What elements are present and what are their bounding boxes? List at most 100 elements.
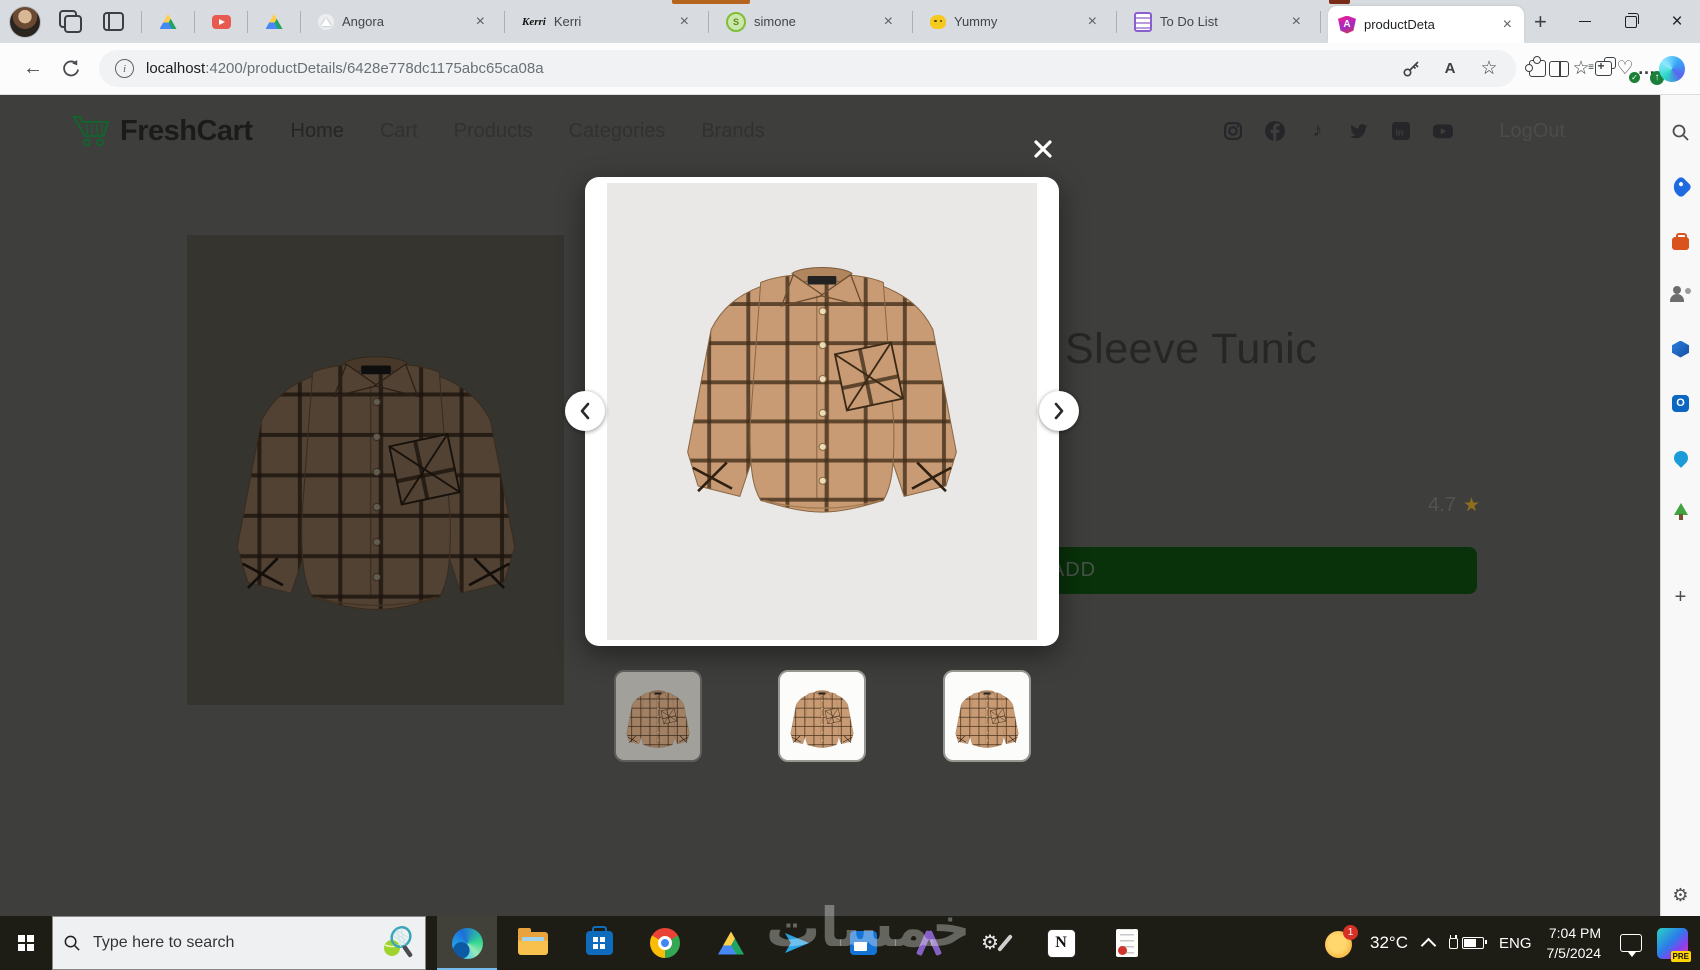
angora-favicon xyxy=(318,13,334,30)
thumbnail-1-selected[interactable] xyxy=(614,670,702,762)
extensions-icon[interactable] xyxy=(1524,56,1548,80)
tab-label: Kerri xyxy=(553,14,582,29)
tab-separator xyxy=(504,10,505,33)
taskbar-store-icon[interactable] xyxy=(569,916,629,970)
tab-simone[interactable]: S simone × xyxy=(716,5,905,39)
thumbnail-3[interactable] xyxy=(943,670,1031,762)
clock[interactable]: 7:04 PM 7/5/2024 xyxy=(1547,923,1602,964)
site-header: FreshCart Home Cart Products Categories … xyxy=(0,94,1661,168)
tab-product-details-active[interactable]: A productDeta × xyxy=(1328,6,1524,43)
tab-kerri[interactable]: Kerri Kerri × xyxy=(512,5,701,39)
url-text[interactable]: localhost:4200/productDetails/6428e778dc… xyxy=(146,60,544,77)
favorites-list-icon[interactable]: ☆ ≡ xyxy=(1570,58,1594,80)
search-icon[interactable] xyxy=(1671,122,1691,142)
linkedin-icon[interactable]: in xyxy=(1391,121,1411,141)
temperature[interactable]: 32°C xyxy=(1370,933,1408,953)
taskbar-google-drive-icon[interactable] xyxy=(701,916,761,970)
refresh-button[interactable] xyxy=(61,59,80,78)
shirt-image xyxy=(623,681,693,753)
taskbar-document-app-icon[interactable] xyxy=(1097,916,1157,970)
add-sidebar-item-icon[interactable]: + xyxy=(1670,586,1692,608)
close-icon[interactable]: × xyxy=(1086,13,1099,30)
angular-favicon: A xyxy=(1338,15,1356,34)
tab-yummy[interactable]: Yummy × xyxy=(920,5,1109,39)
modal-close-button[interactable] xyxy=(1032,138,1054,160)
minimize-button[interactable] xyxy=(1562,0,1608,43)
battery-indicator[interactable] xyxy=(1448,934,1487,949)
thumbnail-2[interactable] xyxy=(778,670,866,762)
next-image-arrow[interactable] xyxy=(1039,391,1079,431)
taskbar-edge-icon[interactable] xyxy=(437,916,497,970)
tab-todo-list[interactable]: To Do List × xyxy=(1124,5,1313,39)
vertical-tabs-icon[interactable] xyxy=(100,9,126,35)
tray-chevron-up-icon[interactable] xyxy=(1420,937,1437,953)
brand-logo[interactable]: FreshCart xyxy=(72,114,253,148)
settings-menu-icon[interactable]: … ↑ xyxy=(1636,58,1664,85)
logout-link[interactable]: LogOut xyxy=(1499,120,1565,143)
tiktok-icon[interactable]: ♪ xyxy=(1307,120,1327,141)
back-button[interactable]: ← xyxy=(23,57,43,80)
language-indicator[interactable]: ENG xyxy=(1499,935,1532,952)
search-input[interactable] xyxy=(91,933,369,953)
site-info-icon[interactable]: i xyxy=(115,59,134,78)
edge-sidebar: O + ⚙ xyxy=(1660,94,1700,916)
tab-angora[interactable]: Angora × xyxy=(308,5,497,39)
taskbar-chrome-icon[interactable] xyxy=(635,916,695,970)
pinned-tab-youtube-icon[interactable] xyxy=(211,12,231,32)
address-bar[interactable]: i localhost:4200/productDetails/6428e778… xyxy=(99,50,1516,87)
split-screen-icon[interactable] xyxy=(1548,58,1570,80)
screen: Angora × Kerri Kerri × S simone × Yummy … xyxy=(0,0,1700,970)
outlook-icon[interactable]: O xyxy=(1670,392,1692,414)
password-key-icon[interactable] xyxy=(1400,58,1422,80)
facebook-icon[interactable] xyxy=(1265,121,1286,141)
shopping-icon[interactable] xyxy=(1669,175,1692,199)
start-button[interactable] xyxy=(0,916,52,970)
nav-products[interactable]: Products xyxy=(454,120,533,143)
close-icon[interactable]: × xyxy=(474,13,487,30)
taskbar-tools-icon[interactable]: ⚙ xyxy=(965,916,1025,970)
nav-categories[interactable]: Categories xyxy=(569,120,666,143)
shirt-image xyxy=(221,315,531,633)
tab-separator xyxy=(194,10,195,33)
previous-image-arrow[interactable] xyxy=(565,391,605,431)
nav-brands[interactable]: Brands xyxy=(701,120,764,143)
sidebar-settings-gear-icon[interactable]: ⚙ xyxy=(1670,884,1692,906)
new-tab-button[interactable]: + xyxy=(1534,9,1547,35)
profile-avatar[interactable] xyxy=(10,6,40,37)
instagram-icon[interactable] xyxy=(1223,121,1243,141)
nav-cart[interactable]: Cart xyxy=(380,120,418,143)
window-close-button[interactable]: × xyxy=(1654,0,1700,43)
drop-icon[interactable] xyxy=(1670,447,1692,469)
close-icon[interactable]: × xyxy=(1501,16,1514,33)
main-nav: Home Cart Products Categories Brands xyxy=(291,120,765,143)
people-icon[interactable] xyxy=(1669,284,1692,306)
close-icon[interactable]: × xyxy=(1290,13,1303,30)
browser-essentials-icon[interactable]: ♡ ✓ xyxy=(1614,58,1640,83)
briefcase-icon[interactable] xyxy=(1670,230,1692,252)
taskbar-file-explorer-icon[interactable] xyxy=(503,916,563,970)
read-aloud-icon[interactable]: A xyxy=(1439,58,1461,80)
twitter-icon[interactable] xyxy=(1349,121,1369,141)
product-image-dimmed[interactable] xyxy=(187,235,564,705)
close-icon[interactable]: × xyxy=(678,13,691,30)
taskbar-search[interactable] xyxy=(52,916,426,970)
tab-separator xyxy=(300,10,301,33)
copilot-icon[interactable] xyxy=(1658,55,1686,82)
tab-separator xyxy=(1116,10,1117,33)
action-center-icon[interactable] xyxy=(1620,934,1642,957)
favorite-star-icon[interactable]: ☆ xyxy=(1478,58,1500,80)
workspaces-icon[interactable] xyxy=(58,9,84,35)
taskbar-notion-icon[interactable]: N xyxy=(1031,916,1091,970)
pinned-tab-google-drive-icon[interactable] xyxy=(264,12,284,32)
youtube-icon[interactable] xyxy=(1433,121,1454,141)
m365-icon[interactable] xyxy=(1670,338,1692,360)
collections-icon[interactable] xyxy=(1592,57,1616,80)
pinned-tab-google-drive-icon[interactable] xyxy=(158,12,178,32)
restore-button[interactable] xyxy=(1608,0,1654,43)
insider-preview-icon[interactable]: PRE xyxy=(1657,927,1691,962)
close-icon[interactable]: × xyxy=(882,13,895,30)
modal-product-image xyxy=(607,183,1037,640)
tree-icon[interactable] xyxy=(1670,501,1692,523)
nav-home[interactable]: Home xyxy=(291,120,344,143)
weather-icon[interactable]: 1 xyxy=(1325,925,1358,958)
